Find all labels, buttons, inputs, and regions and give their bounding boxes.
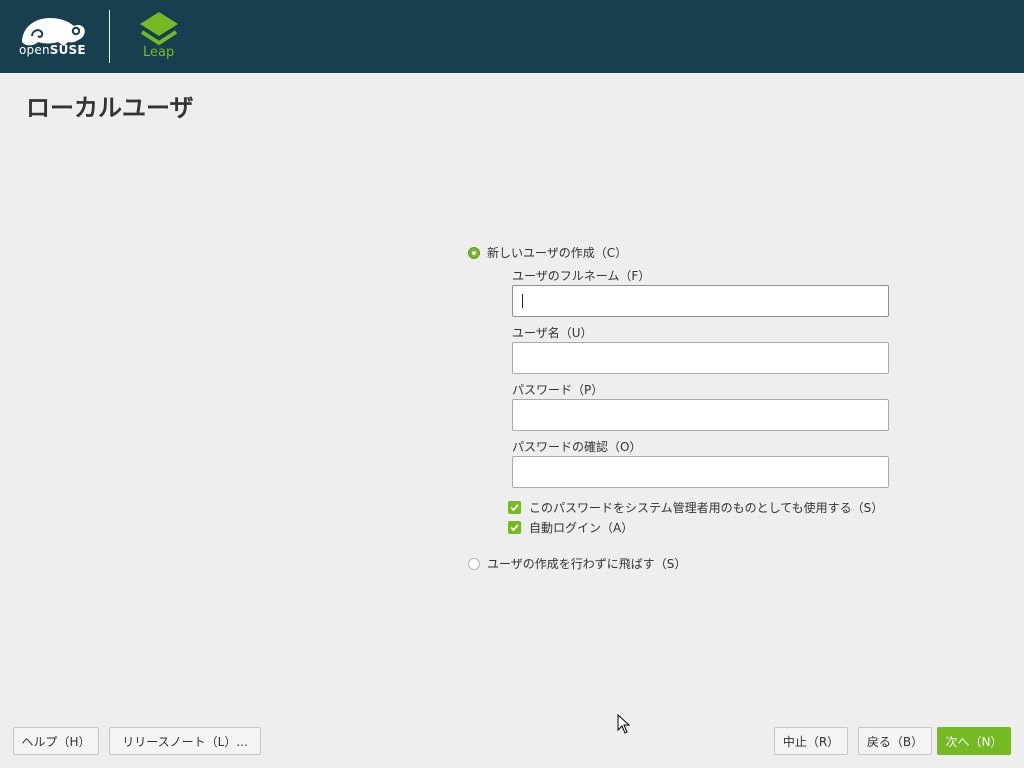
radio-selected-icon [468, 246, 480, 259]
username-label: ユーザ名（U） [512, 326, 593, 340]
header-divider [109, 10, 110, 63]
installer-header: openSUSE Leap [0, 0, 1024, 73]
page-title: ローカルユーザ [26, 94, 194, 122]
radio-unselected-icon [468, 557, 480, 570]
checkbox-checked-icon [508, 501, 521, 514]
skip-user-label: ユーザの作成を行わずに飛ばす（S） [487, 557, 687, 571]
checkbox-checked-icon [508, 521, 521, 534]
text-caret [522, 294, 523, 308]
abort-button[interactable]: 中止（R） [774, 727, 848, 755]
leap-wordmark: Leap [143, 45, 175, 60]
skip-user-radio[interactable]: ユーザの作成を行わずに飛ばす（S） [468, 555, 686, 572]
use-for-admin-label: このパスワードをシステム管理者用のものとしても使用する（S） [529, 501, 884, 515]
brand-name: SUSE [49, 43, 86, 57]
create-user-radio[interactable]: 新しいユーザの作成（C） [468, 244, 627, 261]
release-notes-button[interactable]: リリースノート（L）... [109, 727, 261, 755]
brand-prefix: open [19, 43, 50, 57]
autologin-label: 自動ログイン（A） [529, 521, 634, 535]
leap-logo-icon [140, 12, 178, 46]
back-button[interactable]: 戻る（B） [858, 727, 932, 755]
confirm-password-label: パスワードの確認（O） [512, 440, 642, 454]
confirm-password-input[interactable] [512, 456, 889, 488]
full-name-input[interactable] [512, 285, 889, 317]
help-button[interactable]: ヘルプ（H） [13, 727, 99, 755]
opensuse-wordmark: openSUSE [19, 43, 86, 57]
password-label: パスワード（P） [512, 383, 604, 397]
create-user-label: 新しいユーザの作成（C） [487, 246, 628, 260]
username-input[interactable] [512, 342, 889, 374]
autologin-checkbox[interactable]: 自動ログイン（A） [508, 519, 633, 536]
full-name-label: ユーザのフルネーム（F） [512, 269, 651, 283]
mouse-pointer-icon [617, 714, 631, 734]
next-button[interactable]: 次へ（N） [937, 727, 1011, 755]
use-for-admin-checkbox[interactable]: このパスワードをシステム管理者用のものとしても使用する（S） [508, 499, 883, 516]
password-input[interactable] [512, 399, 889, 431]
